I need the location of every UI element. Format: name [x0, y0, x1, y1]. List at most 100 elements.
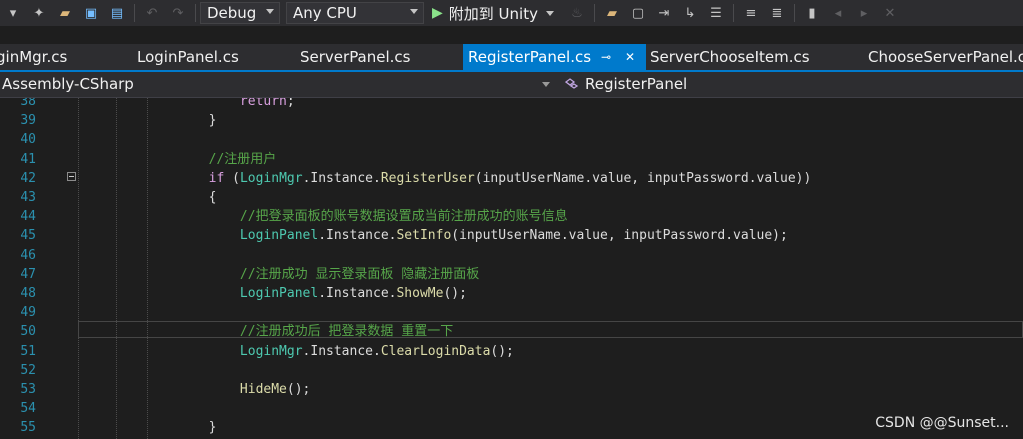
code-token: }: [208, 113, 217, 129]
toolbar-separator: [134, 4, 135, 22]
undo-icon[interactable]: ↶: [142, 3, 162, 23]
comment-icon[interactable]: ≡: [741, 3, 761, 23]
close-icon[interactable]: ✕: [625, 44, 635, 70]
code-token: LoginMgr: [239, 170, 303, 186]
code-line: }: [146, 111, 217, 130]
redo-icon[interactable]: ↷: [168, 3, 188, 23]
line-number: 48: [20, 286, 36, 301]
code-token: return: [239, 98, 287, 109]
code-line: //注册成功后 把登录数据 重置一下: [146, 322, 453, 341]
tab-label: ServerPanel.cs: [300, 48, 411, 66]
navigate-dropdown-icon[interactable]: ▾: [3, 3, 23, 23]
code-token: //把登录面板的账号数据设置成当前注册成功的账号信息: [239, 209, 568, 225]
chevron-down-icon: [542, 82, 550, 87]
tab-loginmgr[interactable]: ginMgr.cs: [0, 44, 116, 70]
tab-label: ChooseServerPanel.cs: [868, 48, 1023, 66]
code-token: {: [208, 190, 217, 205]
code-token: SetInfo: [396, 228, 452, 244]
list-icon[interactable]: ☰: [706, 3, 726, 23]
code-token: .Instance.: [318, 286, 397, 301]
line-number: 49: [20, 305, 36, 321]
code-line: LoginPanel.Instance.SetInfo(inputUserNam…: [146, 226, 788, 245]
next-bookmark-icon[interactable]: ▸: [854, 3, 874, 23]
code-token: ();: [286, 382, 311, 397]
class-icon: [565, 78, 579, 89]
tab-loginpanel[interactable]: LoginPanel.cs: [137, 44, 277, 70]
tab-serverpanel[interactable]: ServerPanel.cs: [300, 44, 440, 70]
line-number: 40: [20, 132, 36, 148]
configuration-dropdown[interactable]: Debug: [200, 2, 280, 24]
code-token: //注册成功后 把登录数据 重置一下: [239, 324, 454, 340]
line-number: 52: [20, 362, 36, 378]
chevron-down-icon: [410, 9, 418, 14]
tab-label: LoginPanel.cs: [137, 48, 239, 66]
save-all-icon[interactable]: ▤: [107, 3, 127, 23]
new-item-icon[interactable]: ✦: [29, 3, 49, 23]
code-token: ;: [286, 98, 295, 109]
navigation-bar: Assembly-CSharp RegisterPanel: [0, 72, 1023, 98]
prev-bookmark-icon[interactable]: ◂: [828, 3, 848, 23]
code-editor[interactable]: 38 39 40 41 42 43 44 45 46 47 48 49 50 51 52 53 54 55 ret…: [0, 98, 1023, 439]
tab-chooseserverpanel[interactable]: ChooseServerPanel.cs: [868, 44, 1023, 70]
type-dropdown[interactable]: RegisterPanel: [560, 72, 1023, 97]
tab-label: RegisterPanel.cs: [468, 48, 592, 66]
line-number: 55: [20, 420, 36, 436]
run-target-button[interactable]: 附加到 Unity: [449, 3, 538, 24]
window-icon[interactable]: ▢: [628, 3, 648, 23]
bookmark-icon[interactable]: ▮: [802, 3, 822, 23]
hot-reload-icon[interactable]: ♨: [567, 3, 587, 23]
code-line: HideMe();: [146, 380, 310, 399]
toolbar-separator: [195, 4, 196, 22]
line-number: 53: [20, 382, 36, 397]
line-number: 39: [20, 113, 36, 129]
code-token: LoginMgr: [239, 343, 303, 359]
code-token: LoginPanel: [239, 228, 319, 244]
play-icon[interactable]: ▶: [432, 5, 443, 21]
folder-browse-icon[interactable]: ▰: [602, 3, 622, 23]
open-folder-icon[interactable]: ▰: [55, 3, 75, 23]
step-out-icon[interactable]: ↳: [680, 3, 700, 23]
platform-dropdown[interactable]: Any CPU: [286, 2, 424, 24]
code-token: //注册成功 显示登录面板 隐藏注册面板: [239, 266, 480, 282]
code-token: //注册用户: [208, 151, 277, 167]
type-name: RegisterPanel: [585, 75, 688, 93]
code-line: return;: [146, 98, 295, 111]
chevron-down-icon: [266, 9, 274, 14]
tab-serverchooseitem[interactable]: ServerChooseItem.cs: [650, 44, 840, 70]
code-token: if: [208, 170, 225, 186]
chevron-down-icon[interactable]: [545, 10, 554, 16]
code-token: ();: [490, 343, 514, 359]
line-number: 38: [20, 98, 36, 109]
project-name: Assembly-CSharp: [2, 75, 134, 93]
uncomment-icon[interactable]: ≣: [767, 3, 787, 23]
toolbar-separator: [732, 4, 734, 22]
line-number: 50: [20, 324, 36, 340]
tab-registerpanel[interactable]: RegisterPanel.cs ⊸ ✕: [463, 44, 646, 70]
code-token: .Instance.: [302, 170, 381, 186]
step-icon[interactable]: ⇥: [654, 3, 674, 23]
project-dropdown[interactable]: Assembly-CSharp: [0, 72, 556, 97]
clear-bookmark-icon[interactable]: ✕: [880, 3, 900, 23]
code-token: ClearLoginData: [380, 343, 491, 359]
collapse-toggle-icon[interactable]: [67, 172, 76, 181]
code-line: //把登录面板的账号数据设置成当前注册成功的账号信息: [146, 207, 568, 226]
save-icon[interactable]: ▣: [81, 3, 101, 23]
pin-icon[interactable]: ⊸: [601, 44, 611, 70]
code-line: LoginPanel.Instance.ShowMe();: [146, 284, 467, 303]
code-token: HideMe: [239, 382, 287, 397]
code-line: //注册成功 显示登录面板 隐藏注册面板: [146, 265, 479, 284]
configuration-value: Debug: [207, 4, 257, 22]
toolbar-separator: [593, 4, 595, 22]
